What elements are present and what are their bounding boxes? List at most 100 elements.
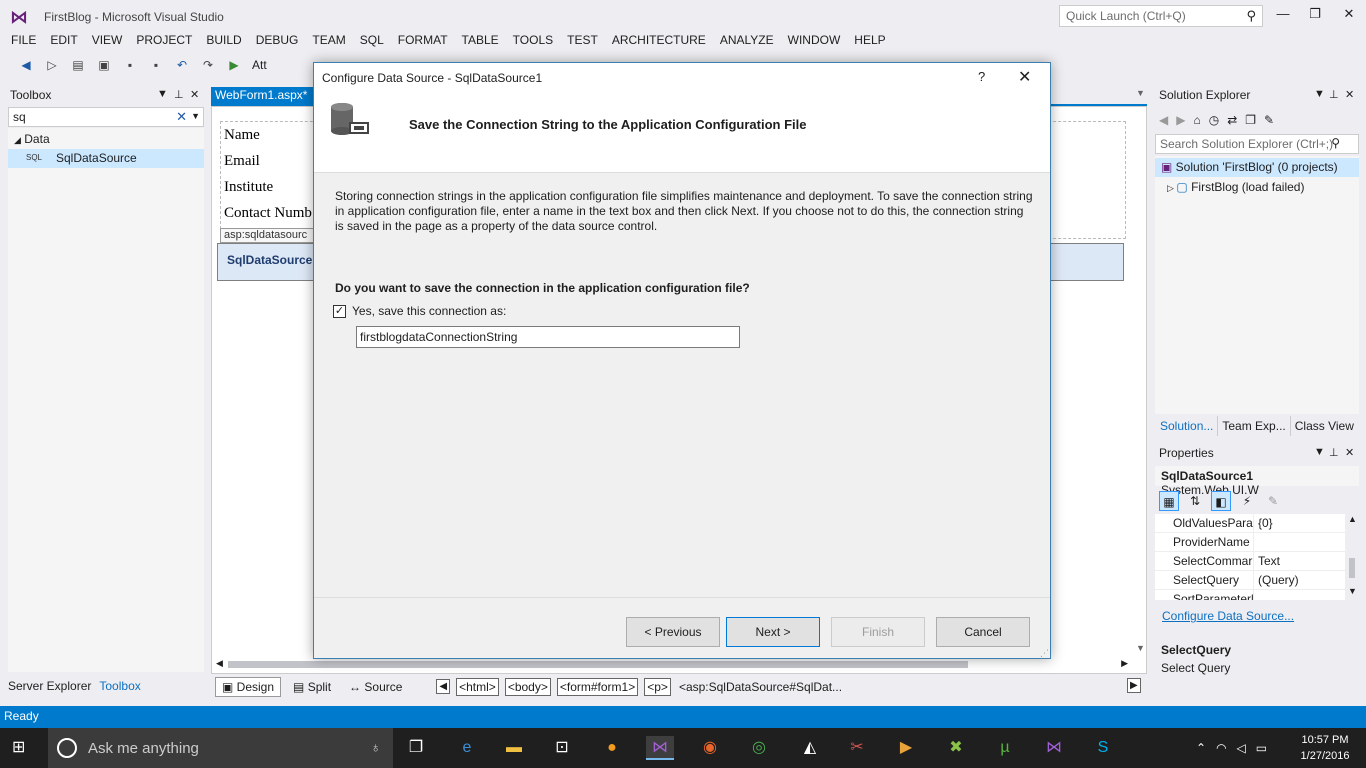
tray-chevron-icon[interactable]: ⌃ [1196,741,1206,755]
scroll-left-icon[interactable]: ◀ [216,658,223,669]
crumb-left-icon[interactable]: ◀ [436,679,451,694]
prop-row[interactable]: SortParameterl [1155,590,1345,600]
tree-item-project[interactable]: ▷ ▢ FirstBlog (load failed) [1167,178,1304,196]
configure-data-source-link[interactable]: Configure Data Source... [1162,609,1294,623]
menu-project[interactable]: PROJECT [129,32,199,52]
firefox-icon[interactable]: ◉ [696,736,724,760]
maximize-button[interactable]: ❐ [1300,6,1330,22]
breadcrumb-sqldatasource[interactable]: <asp:SqlDataSource#SqlDat... [677,679,844,695]
windows-start-icon[interactable]: ⊞ [12,738,32,758]
scrollbar-thumb[interactable] [228,661,968,668]
save-icon[interactable]: ▪ [122,57,138,73]
menu-sql[interactable]: SQL [353,32,391,52]
scroll-up-icon[interactable]: ▲ [1348,514,1357,524]
crumb-right-icon[interactable]: ▶ [1127,678,1141,693]
resize-grip-icon[interactable]: ⋰ [1040,648,1049,659]
close-icon[interactable]: ✕ [1345,446,1354,459]
menu-build[interactable]: BUILD [199,32,248,52]
menu-file[interactable]: FILE [4,32,43,52]
visual-studio-taskbar-icon[interactable]: ⋈ [646,736,674,760]
prop-value[interactable]: Text [1253,552,1284,570]
expand-icon[interactable]: ▷ [1167,183,1176,193]
scrollbar-thumb[interactable] [1349,558,1355,578]
forward-icon[interactable]: ▶ [1176,113,1185,127]
help-button[interactable]: ? [978,69,985,84]
breadcrumb-body[interactable]: <body> [504,677,551,696]
file-explorer-icon[interactable]: ▬ [500,736,528,760]
start-debug-icon[interactable]: ▶ [226,57,242,73]
alphabetical-icon[interactable]: ⇅ [1185,491,1205,511]
previous-button[interactable]: < Previous [626,617,720,647]
attach-label[interactable]: Att [252,58,267,72]
tab-class-view[interactable]: Class View [1291,416,1358,436]
menu-analyze[interactable]: ANALYZE [713,32,781,52]
prop-row[interactable]: OldValuesParar {0} [1155,514,1345,533]
back-icon[interactable]: ◀ [18,57,34,73]
unity-icon[interactable]: ◭ [796,736,824,760]
menu-architecture[interactable]: ARCHITECTURE [605,32,713,52]
horizontal-scrollbar[interactable]: ◀ ▶ [216,658,1128,670]
clear-search-icon[interactable]: ✕ [176,109,187,125]
menu-team[interactable]: TEAM [305,32,352,52]
dialog-close-button[interactable]: ✕ [1018,67,1031,87]
prop-row[interactable]: ProviderName [1155,533,1345,552]
redo-icon[interactable]: ↷ [200,57,216,73]
edge-icon[interactable]: e [453,736,481,760]
breadcrumb-p[interactable]: <p> [644,677,671,696]
prop-value[interactable] [1253,590,1262,600]
taskbar-clock[interactable]: 10:57 PM 1/27/2016 [1295,732,1355,764]
quick-launch-input[interactable]: Quick Launch (Ctrl+Q) ⚲ [1059,5,1263,27]
history-icon[interactable]: ◷ [1209,113,1219,127]
menu-edit[interactable]: EDIT [43,32,84,52]
tab-solution-explorer[interactable]: Solution... [1156,416,1219,436]
menu-test[interactable]: TEST [560,32,605,52]
toolbox-group-data[interactable]: ◢ Data [14,132,50,146]
menu-debug[interactable]: DEBUG [249,32,306,52]
categorized-icon[interactable]: ▦ [1159,491,1179,511]
next-button[interactable]: Next > [726,617,820,647]
dropdown-icon[interactable]: ▼ [1314,88,1325,100]
menu-window[interactable]: WINDOW [781,32,848,52]
properties-icon[interactable]: ✎ [1264,113,1274,127]
minimize-button[interactable]: — [1268,6,1298,21]
undo-icon[interactable]: ↶ [174,57,190,73]
utorrent-icon[interactable]: µ [991,736,1019,760]
pin-icon[interactable]: ⊥ [1329,446,1339,459]
keyboard-icon[interactable]: ▭ [1256,741,1267,755]
properties-view-icon[interactable]: ◧ [1211,491,1231,511]
scroll-right-icon[interactable]: ▶ [1121,658,1128,669]
back-icon[interactable]: ◀ [1159,113,1168,127]
cancel-button[interactable]: Cancel [936,617,1030,647]
properties-scrollbar[interactable]: ▲ ▼ [1345,514,1359,600]
dropdown-icon[interactable]: ▼ [1314,446,1325,458]
properties-object-selector[interactable]: SqlDataSource1 System.Web.UI.W [1155,466,1359,497]
save-all-icon[interactable]: ▪ [148,57,164,73]
tab-team-explorer[interactable]: Team Exp... [1218,416,1291,436]
scroll-down-icon[interactable]: ▼ [1136,643,1145,653]
pin-icon[interactable]: ⊥ [1329,88,1339,101]
home-icon[interactable]: ⌂ [1193,113,1200,127]
forward-icon[interactable]: ▷ [44,57,60,73]
menu-view[interactable]: VIEW [85,32,130,52]
solution-explorer-search-input[interactable]: Search Solution Explorer (Ctrl+;) ⚲ [1155,134,1359,154]
store-icon[interactable]: ⊡ [548,736,576,760]
save-connection-checkbox[interactable]: ✓ [333,305,346,318]
close-button[interactable]: ✕ [1334,6,1364,22]
view-split-button[interactable]: ▤ Split [287,678,337,696]
finish-button[interactable]: Finish [831,617,925,647]
open-file-icon[interactable]: ▣ [96,57,112,73]
save-connection-label[interactable]: Yes, save this connection as: [352,304,506,318]
tab-server-explorer[interactable]: Server Explorer [8,679,91,693]
prop-value[interactable]: {0} [1253,514,1277,532]
prop-row[interactable]: SelectCommar Text [1155,552,1345,571]
scroll-up-icon[interactable]: ▼ [1136,88,1145,98]
chrome-icon[interactable]: ◎ [745,736,773,760]
tree-item-solution[interactable]: ▣ Solution 'FirstBlog' (0 projects) [1155,158,1359,177]
network-icon[interactable]: ◠ [1216,741,1226,755]
breadcrumb-form[interactable]: <form#form1> [556,677,639,696]
scroll-down-icon[interactable]: ▼ [1348,586,1357,596]
close-icon[interactable]: ✕ [1345,88,1354,101]
dropdown-icon[interactable]: ▼ [157,88,168,100]
player-app-icon[interactable]: ▶ [892,736,920,760]
tab-toolbox[interactable]: Toolbox [99,679,140,693]
